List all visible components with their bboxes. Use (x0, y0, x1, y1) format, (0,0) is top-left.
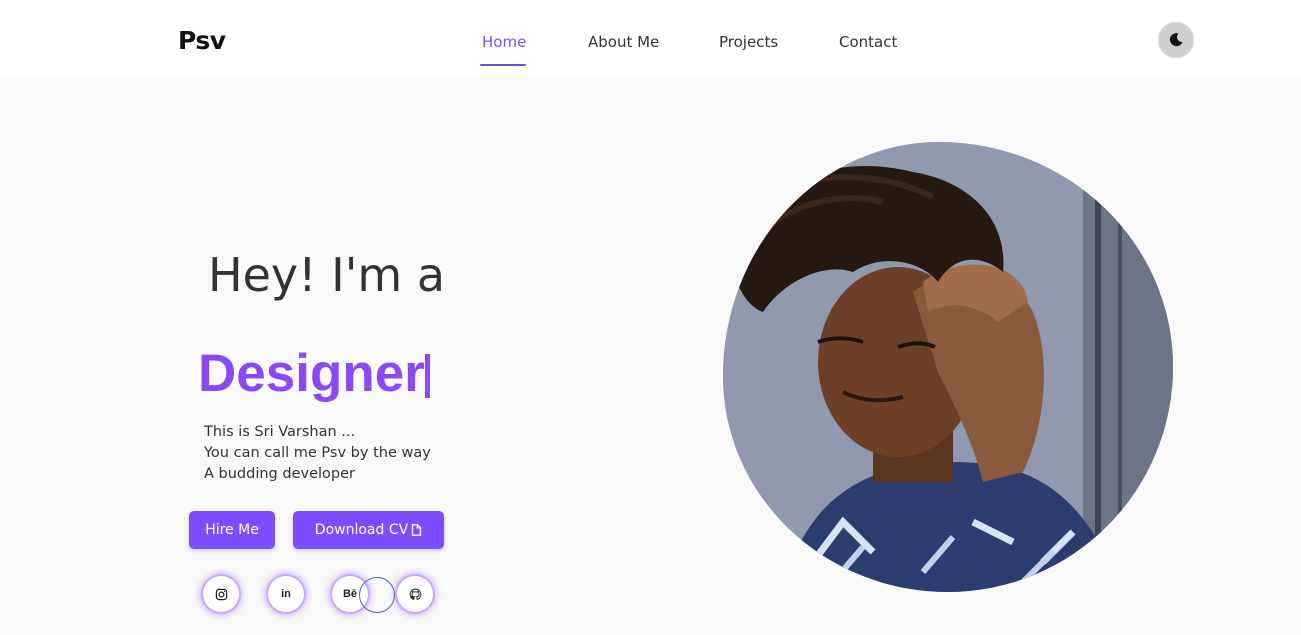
hero-bio: This is Sri Varshan ... You can call me … (204, 422, 431, 485)
nav-link-projects[interactable]: Projects (719, 33, 778, 51)
mouse-cursor-ring (359, 577, 395, 613)
active-nav-underline (480, 64, 526, 66)
profile-photo (723, 142, 1173, 592)
hire-me-button[interactable]: Hire Me (189, 511, 275, 549)
download-cv-button[interactable]: Download CV (293, 511, 444, 549)
github-icon (409, 588, 421, 600)
hire-me-label: Hire Me (205, 522, 259, 538)
bio-line: You can call me Psv by the way (204, 445, 431, 461)
github-link[interactable] (397, 576, 433, 612)
logo[interactable]: Psv (178, 26, 226, 55)
download-cv-label: Download CV (314, 522, 409, 538)
nav-link-contact[interactable]: Contact (839, 33, 897, 51)
instagram-link[interactable] (203, 576, 239, 612)
typing-cursor (425, 354, 430, 398)
instagram-icon (215, 588, 227, 600)
bio-line: A budding developer (204, 466, 355, 482)
file-icon (412, 524, 422, 536)
hero-role: Designer (198, 344, 425, 403)
behance-icon: Bē (342, 588, 358, 600)
nav-link-home[interactable]: Home (482, 33, 526, 51)
linkedin-link[interactable]: in (268, 576, 304, 612)
moon-icon (1169, 33, 1183, 47)
profile-portrait (723, 142, 1173, 592)
navbar: Psv Home About Me Projects Contact (0, 0, 1301, 79)
bio-line: This is Sri Varshan ... (204, 424, 356, 440)
hero-greeting: Hey! I'm a (208, 248, 446, 302)
linkedin-icon: in (281, 588, 291, 600)
nav-link-about[interactable]: About Me (588, 33, 659, 51)
theme-toggle-button[interactable] (1158, 22, 1194, 58)
